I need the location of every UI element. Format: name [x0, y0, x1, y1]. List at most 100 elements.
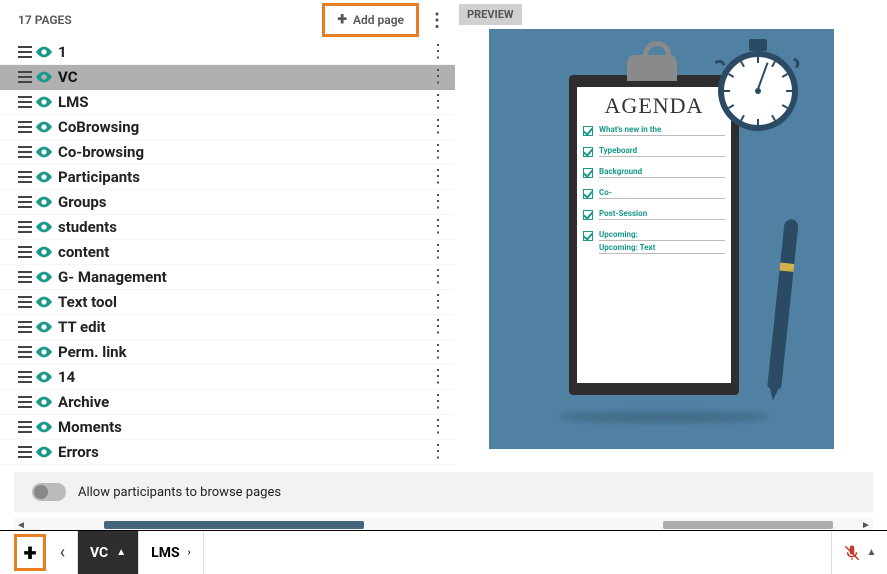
tab-vc[interactable]: VC ▲	[78, 531, 139, 574]
drag-handle-icon[interactable]	[18, 246, 36, 258]
visibility-icon[interactable]	[36, 246, 58, 258]
drag-handle-icon[interactable]	[18, 96, 36, 108]
mic-button[interactable]: ▲	[831, 531, 887, 574]
visibility-icon[interactable]	[36, 446, 58, 458]
drag-handle-icon[interactable]	[18, 46, 36, 58]
page-row[interactable]: Text tool	[0, 290, 455, 315]
check-icon	[583, 189, 593, 199]
drag-handle-icon[interactable]	[18, 446, 36, 458]
scroll-thumb-secondary[interactable]	[663, 521, 833, 529]
page-label: CoBrowsing	[58, 118, 429, 136]
page-row[interactable]: content	[0, 240, 455, 265]
browse-toggle[interactable]	[32, 483, 66, 501]
page-row[interactable]: Participants	[0, 165, 455, 190]
row-more-icon[interactable]	[429, 218, 447, 236]
add-page-button[interactable]: + Add page	[327, 8, 414, 32]
row-more-icon[interactable]	[429, 368, 447, 386]
agenda-text: Background	[599, 167, 725, 178]
visibility-icon[interactable]	[36, 46, 58, 58]
plus-icon: +	[24, 539, 37, 567]
add-tab-button[interactable]: +	[14, 534, 46, 571]
visibility-icon[interactable]	[36, 346, 58, 358]
page-row[interactable]: Archive	[0, 390, 455, 415]
page-row[interactable]: Moments	[0, 415, 455, 440]
agenda-item: Post-Session	[583, 209, 725, 220]
visibility-icon[interactable]	[36, 221, 58, 233]
page-row[interactable]: Errors	[0, 440, 455, 465]
drag-handle-icon[interactable]	[18, 321, 36, 333]
row-more-icon[interactable]	[429, 168, 447, 186]
page-row[interactable]: Co-browsing	[0, 140, 455, 165]
row-more-icon[interactable]	[429, 193, 447, 211]
page-label: Archive	[58, 393, 429, 411]
pages-count-label: 17 PAGES	[18, 13, 72, 27]
visibility-icon[interactable]	[36, 71, 58, 83]
drag-handle-icon[interactable]	[18, 271, 36, 283]
page-label: LMS	[58, 93, 429, 111]
agenda-item: What's new in the	[583, 125, 725, 136]
page-label: 1	[58, 43, 429, 61]
agenda-text: Typeboard	[599, 146, 725, 157]
drag-handle-icon[interactable]	[18, 346, 36, 358]
visibility-icon[interactable]	[36, 171, 58, 183]
page-row[interactable]: 14	[0, 365, 455, 390]
page-row[interactable]: Groups	[0, 190, 455, 215]
drag-handle-icon[interactable]	[18, 296, 36, 308]
row-more-icon[interactable]	[429, 393, 447, 411]
page-label: TT edit	[58, 318, 429, 336]
bottom-bar: + ‹ VC ▲ LMS › ▲	[0, 530, 887, 574]
row-more-icon[interactable]	[429, 443, 447, 461]
row-more-icon[interactable]	[429, 68, 447, 86]
drag-handle-icon[interactable]	[18, 421, 36, 433]
row-more-icon[interactable]	[429, 43, 447, 61]
pages-header: 17 PAGES + Add page ⋮	[0, 0, 455, 40]
row-more-icon[interactable]	[429, 93, 447, 111]
visibility-icon[interactable]	[36, 421, 58, 433]
page-row[interactable]: VC	[0, 65, 455, 90]
drag-handle-icon[interactable]	[18, 371, 36, 383]
visibility-icon[interactable]	[36, 271, 58, 283]
page-row[interactable]: CoBrowsing	[0, 115, 455, 140]
visibility-icon[interactable]	[36, 196, 58, 208]
header-more-icon[interactable]: ⋮	[427, 10, 447, 31]
preview-panel: PREVIEW AGENDA What's new in theTypeboar…	[455, 0, 887, 470]
agenda-text: What's new in the	[599, 125, 725, 136]
preview-canvas: AGENDA What's new in theTypeboardBackgro…	[489, 29, 834, 449]
page-row[interactable]: Perm. link	[0, 340, 455, 365]
check-icon	[583, 147, 593, 157]
row-more-icon[interactable]	[429, 118, 447, 136]
agenda-item: Typeboard	[583, 146, 725, 157]
drag-handle-icon[interactable]	[18, 196, 36, 208]
page-row[interactable]: students	[0, 215, 455, 240]
visibility-icon[interactable]	[36, 296, 58, 308]
visibility-icon[interactable]	[36, 371, 58, 383]
row-more-icon[interactable]	[429, 318, 447, 336]
prev-tab-button[interactable]: ‹	[48, 531, 78, 574]
drag-handle-icon[interactable]	[18, 221, 36, 233]
row-more-icon[interactable]	[429, 143, 447, 161]
visibility-icon[interactable]	[36, 321, 58, 333]
drag-handle-icon[interactable]	[18, 146, 36, 158]
drag-handle-icon[interactable]	[18, 121, 36, 133]
row-more-icon[interactable]	[429, 268, 447, 286]
visibility-icon[interactable]	[36, 96, 58, 108]
visibility-icon[interactable]	[36, 146, 58, 158]
row-more-icon[interactable]	[429, 343, 447, 361]
scroll-thumb[interactable]	[104, 521, 364, 529]
page-row[interactable]: LMS	[0, 90, 455, 115]
drag-handle-icon[interactable]	[18, 71, 36, 83]
page-row[interactable]: G- Management	[0, 265, 455, 290]
drag-handle-icon[interactable]	[18, 171, 36, 183]
chevron-right-icon: ›	[188, 547, 191, 558]
page-row[interactable]: TT edit	[0, 315, 455, 340]
page-row[interactable]: 1	[0, 40, 455, 65]
row-more-icon[interactable]	[429, 293, 447, 311]
row-more-icon[interactable]	[429, 243, 447, 261]
pen-icon	[767, 219, 799, 390]
visibility-icon[interactable]	[36, 396, 58, 408]
page-label: Groups	[58, 193, 429, 211]
drag-handle-icon[interactable]	[18, 396, 36, 408]
row-more-icon[interactable]	[429, 418, 447, 436]
visibility-icon[interactable]	[36, 121, 58, 133]
tab-lms[interactable]: LMS ›	[139, 531, 203, 574]
